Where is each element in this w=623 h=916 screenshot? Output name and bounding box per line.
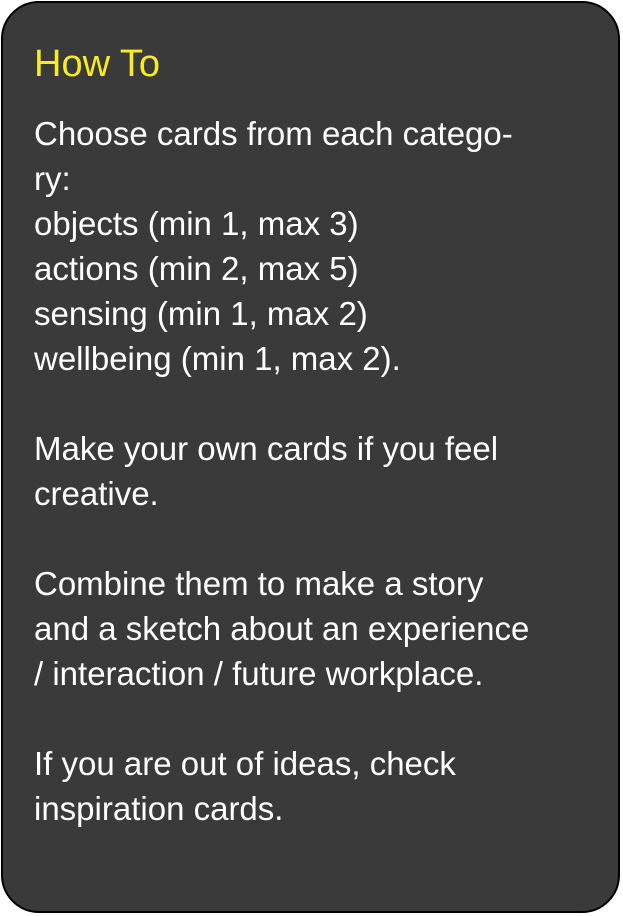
category-wellbeing: wellbeing (min 1, max 2). <box>34 340 401 377</box>
instruction-line: Choose cards from each catego- <box>34 115 513 152</box>
category-objects: objects (min 1, max 3) <box>34 205 359 242</box>
card-title: How To <box>34 43 161 85</box>
category-actions: actions (min 2, max 5) <box>34 250 359 287</box>
instruction-line: Combine them to make a story <box>34 565 484 602</box>
instruction-line: If you are out of ideas, check <box>34 745 456 782</box>
instruction-line: Make your own cards if you feel <box>34 430 499 467</box>
instruction-line: creative. <box>34 475 159 512</box>
category-sensing: sensing (min 1, max 2) <box>34 295 368 332</box>
how-to-card: How To Choose cards from each catego- ry… <box>1 1 620 913</box>
instruction-line: inspiration cards. <box>34 790 284 827</box>
instructions-text: Choose cards from each catego- ry: objec… <box>34 111 604 831</box>
instruction-line: and a sketch about an experience <box>34 610 530 647</box>
instruction-line: ry: <box>34 160 71 197</box>
instruction-line: / interaction / future workplace. <box>34 655 484 692</box>
